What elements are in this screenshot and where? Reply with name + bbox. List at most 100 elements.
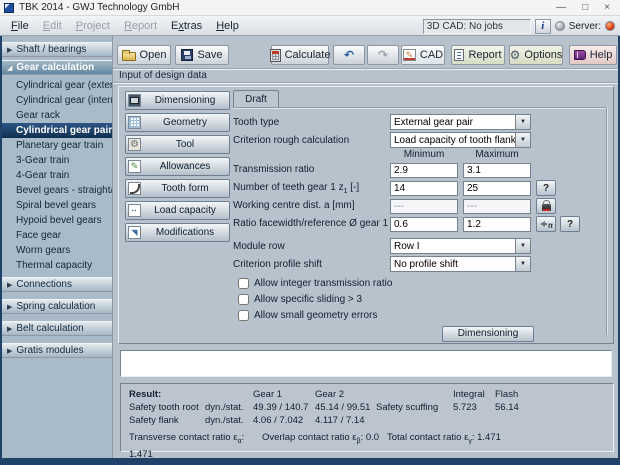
- nav-load-capacity-button[interactable]: Load capacity: [125, 201, 230, 220]
- transverse-contact-ratio: Transverse contact ratio εα: 1.471: [129, 431, 262, 461]
- sidebar-item-gear-rack[interactable]: Gear rack: [2, 108, 112, 123]
- menu-item-report: Report: [117, 18, 164, 34]
- safety-scuffing-integral: 5.723: [453, 401, 495, 414]
- sidebar-item-face-gear[interactable]: Face gear: [2, 228, 112, 243]
- sidebar-item-bevel-gears[interactable]: Bevel gears - straight/helical: [2, 183, 112, 198]
- toolbar: Open Save Calculate ↶ ↷ CAD Report ⚙Opti…: [117, 45, 616, 65]
- facewidth-ratio-min-input[interactable]: [390, 217, 458, 232]
- nav-allowances-button[interactable]: Allowances: [125, 157, 230, 176]
- nav-tooth-form-button[interactable]: Tooth form: [125, 179, 230, 198]
- allow-geometry-errors-label: Allow small geometry errors: [254, 310, 377, 321]
- nav-modifications-button[interactable]: Modifications: [125, 223, 230, 242]
- main-area: Open Save Calculate ↶ ↷ CAD Report ⚙Opti…: [113, 36, 618, 458]
- module-row-select[interactable]: Row I ▼: [390, 238, 531, 254]
- centre-distance-lock-button[interactable]: [536, 198, 556, 214]
- menu-item-file[interactable]: File: [4, 18, 36, 34]
- results-panel: Result: Gear 1 Gear 2 Integral Flash Saf…: [120, 383, 614, 452]
- criterion-rough-select[interactable]: Load capacity of tooth flank ▼: [390, 132, 531, 148]
- options-button[interactable]: ⚙Options: [509, 45, 563, 65]
- sidebar-item-worm-gears[interactable]: Worm gears: [2, 243, 112, 258]
- help-button[interactable]: Help: [569, 45, 617, 65]
- module-suggest-button[interactable]: m: [536, 216, 556, 232]
- sidebar-item-cylindrical-gear-internal[interactable]: Cylindrical gear (internal): [2, 93, 112, 108]
- server-label: Server:: [569, 21, 601, 32]
- close-icon[interactable]: ×: [604, 1, 610, 15]
- profile-shift-select[interactable]: No profile shift ▼: [390, 256, 531, 272]
- nav-geometry-button[interactable]: Geometry: [125, 113, 230, 132]
- teeth-number-min-input[interactable]: [390, 181, 458, 196]
- sidebar-item-thermal-capacity[interactable]: Thermal capacity: [2, 258, 112, 273]
- allow-integer-ratio-checkbox[interactable]: [238, 278, 249, 289]
- menu-item-extras[interactable]: Extras: [164, 18, 209, 34]
- chevron-down-icon[interactable]: ▼: [515, 239, 530, 253]
- sidebar-item-cylindrical-gear-pair[interactable]: Cylindrical gear pair: [2, 123, 112, 138]
- lock-icon: [542, 204, 551, 211]
- teeth-help-button[interactable]: ?: [536, 180, 556, 196]
- minimize-icon[interactable]: —: [556, 1, 566, 15]
- help-book-icon: [574, 50, 586, 60]
- allowances-icon: [128, 160, 141, 173]
- dimensioning-icon: [128, 94, 141, 107]
- sidebar-item-spiral-bevel-gears[interactable]: Spiral bevel gears: [2, 198, 112, 213]
- allow-integer-ratio-label: Allow integer transmission ratio: [254, 278, 392, 289]
- maximize-icon[interactable]: □: [582, 1, 588, 15]
- tab-divider: [233, 107, 607, 108]
- sidebar-header-gear-calculation[interactable]: ◢Gear calculation: [2, 60, 112, 75]
- sidebar-item-planetary-gear-train[interactable]: Planetary gear train: [2, 138, 112, 153]
- menu-item-edit: Edit: [36, 18, 69, 34]
- transmission-ratio-min-input[interactable]: [390, 163, 458, 178]
- sidebar-item-3-gear-train[interactable]: 3-Gear train: [2, 153, 112, 168]
- cad-button[interactable]: CAD: [401, 45, 445, 65]
- teeth-number-max-input[interactable]: [463, 181, 531, 196]
- facewidth-ratio-max-input[interactable]: [463, 217, 531, 232]
- allow-specific-sliding-checkbox[interactable]: [238, 294, 249, 305]
- transmission-ratio-label: Transmission ratio: [233, 164, 390, 177]
- nav-dimensioning-button[interactable]: Dimensioning: [125, 91, 230, 110]
- design-data-panel: Dimensioning Geometry Tool Allowances To…: [118, 86, 614, 344]
- sidebar-item-cylindrical-gear-external[interactable]: Cylindrical gear (external): [2, 78, 112, 93]
- safety-tooth-root-mode: dyn./stat.: [205, 401, 253, 414]
- open-folder-icon: [122, 52, 136, 61]
- gear2-column-header: Gear 2: [315, 388, 376, 401]
- sidebar-header-belt-calculation[interactable]: ▶Belt calculation: [2, 321, 112, 336]
- safety-tooth-root-label: Safety tooth root: [129, 401, 205, 414]
- tooth-type-value: External gear pair: [391, 117, 515, 128]
- chevron-down-icon[interactable]: ▼: [515, 257, 530, 271]
- profile-shift-value: No profile shift: [391, 259, 515, 270]
- maximum-column-header: Maximum: [463, 149, 531, 161]
- dimensioning-button[interactable]: Dimensioning: [442, 326, 534, 342]
- collapsed-arrow-icon: ▶: [7, 303, 12, 311]
- chevron-down-icon[interactable]: ▼: [515, 115, 530, 129]
- sidebar-header-shaft-bearings[interactable]: ▶Shaft / bearings: [2, 42, 112, 57]
- save-button[interactable]: Save: [175, 45, 229, 65]
- gear1-column-header: Gear 1: [253, 388, 315, 401]
- question-icon: ?: [543, 183, 549, 194]
- allow-specific-sliding-label: Allow specific sliding > 3: [254, 294, 362, 305]
- tooth-type-select[interactable]: External gear pair ▼: [390, 114, 531, 130]
- undo-button[interactable]: ↶: [333, 45, 365, 65]
- calculate-button[interactable]: Calculate: [271, 45, 329, 65]
- nav-tool-button[interactable]: Tool: [125, 135, 230, 154]
- sidebar-header-spring-calculation[interactable]: ▶Spring calculation: [2, 299, 112, 314]
- open-button[interactable]: Open: [117, 45, 171, 65]
- facewidth-help-button[interactable]: ?: [560, 216, 580, 232]
- sidebar-item-hypoid-bevel-gears[interactable]: Hypoid bevel gears: [2, 213, 112, 228]
- report-button[interactable]: Report: [451, 45, 505, 65]
- draft-form: Tooth type External gear pair ▼ Criterio…: [233, 111, 593, 343]
- cad-status-field[interactable]: 3D CAD: No jobs: [423, 19, 531, 34]
- menu-item-help[interactable]: Help: [209, 18, 246, 34]
- transmission-ratio-max-input[interactable]: [463, 163, 531, 178]
- allow-geometry-errors-checkbox[interactable]: [238, 310, 249, 321]
- tab-draft[interactable]: Draft: [233, 90, 279, 108]
- centre-distance-max-input[interactable]: [463, 199, 531, 214]
- sidebar-header-connections[interactable]: ▶Connections: [2, 277, 112, 292]
- redo-icon: ↷: [378, 49, 388, 61]
- mode-status-bar: Input of design data: [113, 68, 618, 83]
- chevron-down-icon[interactable]: ▼: [515, 133, 530, 147]
- centre-distance-min-input[interactable]: [390, 199, 458, 214]
- sidebar-item-4-gear-train[interactable]: 4-Gear train: [2, 168, 112, 183]
- info-button[interactable]: i: [535, 19, 551, 34]
- gear-icon: ⚙: [510, 49, 521, 61]
- centre-distance-label: Working centre dist. a [mm]: [233, 200, 390, 213]
- sidebar-header-gratis-modules[interactable]: ▶Gratis modules: [2, 343, 112, 358]
